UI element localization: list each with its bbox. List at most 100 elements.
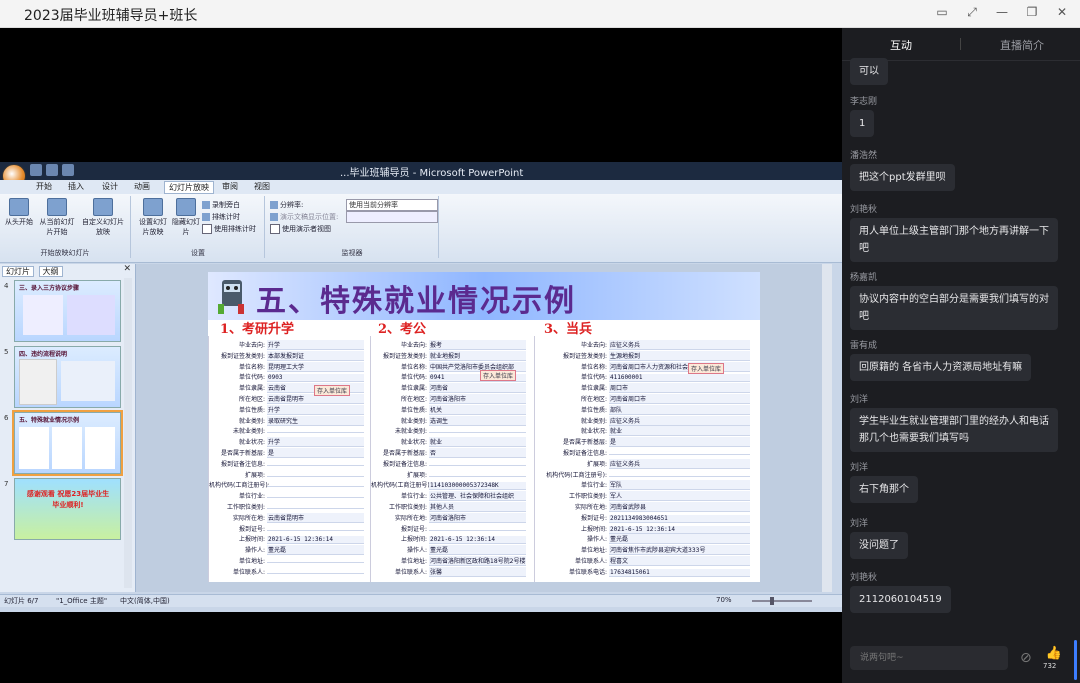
form-label: 单位联系人: [394, 568, 427, 576]
form-value: 411600001 [609, 374, 750, 383]
ppt-doc-title: ...毕业班辅导员 - Microsoft PowerPoint [340, 168, 524, 179]
group-start-show: 从头开始 从当前幻灯片开始 自定义幻灯片放映 开始放映幻灯片 [0, 196, 131, 258]
form-label: 扩展项: [586, 460, 607, 468]
form-label: 毕业去向: [580, 342, 607, 349]
form-label: 单位联系人: [574, 558, 607, 565]
form-label: 实际所在地: [574, 504, 607, 511]
close-icon[interactable]: ✕ [1054, 4, 1070, 20]
subtitle-civil-service: 2、考公 [378, 322, 427, 337]
form-value: 2021-6-15 12:36:14 [429, 536, 526, 545]
save-to-library-button[interactable]: 存入单位库 [480, 370, 517, 381]
pane-scrollbar[interactable] [124, 278, 132, 588]
like-icon[interactable]: 👍 [1045, 646, 1063, 662]
fullscreen-icon[interactable]: ⤢ [964, 4, 980, 20]
group-label: 监视器 [341, 249, 363, 257]
form-row: 报到证号: 2021134983004651 [535, 513, 750, 523]
form-label: 单位隶属: [238, 385, 265, 393]
form-value: 17634815061 [609, 568, 750, 577]
form-row: 是否属于新基层: 是 [535, 437, 750, 448]
tab-design[interactable]: 设计 [102, 181, 118, 192]
save-to-library-button[interactable]: 存入单位库 [314, 385, 351, 396]
form-row: 就业状况: 就业 [371, 437, 526, 448]
record-narration-button[interactable]: 录制旁白 [202, 200, 240, 210]
slide-thumbnail-5[interactable]: 四、违约流程说明 [14, 346, 121, 408]
minimize-icon[interactable]: — [994, 4, 1010, 20]
form-row: 是否属于新基层: 否 [371, 448, 526, 458]
chat-panel: 互动 直播简介 可以 李志刚 1 潘浩然 把这个ppt发群里呗 刘艳秋 用人单位上级主管部门… [842, 28, 1080, 683]
form-value: 应征义务兵 [609, 458, 750, 469]
form-label: 所在地区: [238, 396, 265, 403]
scroll-indicator [1074, 640, 1077, 680]
form-row: 单位性质: 升学 [209, 404, 364, 415]
form-label: 工作职位类别: [388, 504, 427, 511]
resolution-select[interactable]: 使用当前分辨率 [346, 199, 438, 211]
message-author: 刘洋 [850, 395, 869, 405]
chat-tabs: 互动 直播简介 [842, 28, 1080, 61]
pin-icon[interactable]: ▭ [934, 4, 950, 20]
form-label: 就业状况: [400, 439, 427, 447]
tab-insert[interactable]: 插入 [68, 181, 84, 192]
tab-review[interactable]: 审阅 [222, 181, 238, 192]
form-row: 机构代码(工商注册号): [535, 470, 750, 479]
form-row: 工作职位类别: 军人 [535, 491, 750, 502]
form-value: 河南省周口市人力资源和社会保障 [609, 361, 750, 372]
custom-show-button[interactable]: 自定义幻灯片放映 [80, 198, 126, 237]
pane-close-icon[interactable]: ✕ [123, 264, 131, 274]
setup-show-button[interactable]: 设置幻灯片放映 [136, 198, 170, 237]
undo-icon[interactable] [46, 164, 58, 176]
thumb-number: 6 [4, 414, 9, 422]
link-icon[interactable]: ⊘ [1020, 650, 1032, 666]
form-label: 报到证号: [580, 514, 607, 522]
form-label: 报到证备注信息: [220, 460, 265, 468]
slide-thumbnail-6[interactable]: 五、特殊就业情况示例 [12, 410, 123, 476]
form-value: 本部发报到证 [267, 350, 364, 361]
tab-outline[interactable]: 大纲 [38, 266, 63, 277]
rehearse-timings-button[interactable]: 排练计时 [202, 212, 240, 222]
zoom-slider[interactable] [752, 600, 812, 602]
form-label: 所在地区: [400, 396, 427, 403]
from-current-button[interactable]: 从当前幻灯片开始 [38, 198, 76, 237]
show-on-select[interactable] [346, 211, 438, 223]
form-value: 就业 [609, 426, 750, 437]
tab-animation[interactable]: 动画 [134, 181, 150, 192]
pane-tabs: 幻灯片 大纲 [2, 266, 65, 277]
form-value [429, 432, 526, 434]
form-row: 操作人: 董光磊 [535, 534, 750, 545]
form-value: 否 [429, 448, 526, 458]
chat-input[interactable]: 说两句吧~ [850, 646, 1008, 670]
presenter-view-checkbox[interactable]: 使用演示者视图 [270, 224, 331, 234]
form-value: 升学 [267, 340, 364, 350]
form-label: 操作人: [406, 547, 427, 555]
restore-icon[interactable]: ❐ [1024, 4, 1040, 20]
slide-thumbnail-4[interactable]: 三、录入三方协议步骤 [14, 280, 121, 342]
form-value [429, 529, 526, 531]
form-row: 单位性质: 部队 [535, 404, 750, 415]
tab-interaction[interactable]: 互动 [890, 37, 912, 53]
form-row: 就业类别: 录取研究生 [209, 415, 364, 426]
save-icon[interactable] [30, 164, 42, 176]
tab-view[interactable]: 视图 [254, 181, 270, 192]
edit-scrollbar[interactable] [822, 264, 832, 592]
form-row: 报到证签发类别: 本部发报到证 [209, 350, 364, 361]
form-label: 工作职位类别: [226, 504, 265, 511]
slide-thumbnail-7[interactable]: 感谢观看 祝愿23届毕业生毕业顺利! [14, 478, 121, 540]
tab-slides[interactable]: 幻灯片 [2, 266, 34, 277]
zoom-slider-handle[interactable] [770, 597, 774, 605]
save-to-library-button[interactable]: 存入单位库 [688, 363, 725, 374]
from-start-button[interactable]: 从头开始 [4, 198, 34, 227]
form-row: 单位性质: 机关 [371, 404, 526, 415]
form-value: 河南省洛阳市 [429, 394, 526, 404]
tab-home[interactable]: 开始 [36, 181, 52, 192]
form-value: 就业 [429, 437, 526, 448]
form-label: 就业状况: [238, 439, 265, 447]
tab-live-intro[interactable]: 直播简介 [1000, 37, 1044, 53]
form-row: 未就业类别: [209, 426, 364, 435]
redo-icon[interactable] [62, 164, 74, 176]
tab-slideshow[interactable]: 幻灯片放映 [164, 181, 214, 194]
form-label: 单位地址: [580, 547, 607, 555]
form-row: 报到证备注信息: [371, 459, 526, 468]
use-timings-checkbox[interactable]: 使用排练计时 [202, 224, 256, 234]
message-bubble: 没问题了 [850, 532, 908, 559]
hide-slide-button[interactable]: 隐藏幻灯片 [172, 198, 200, 237]
form-row: 毕业去向: 应征义务兵 [535, 340, 750, 350]
